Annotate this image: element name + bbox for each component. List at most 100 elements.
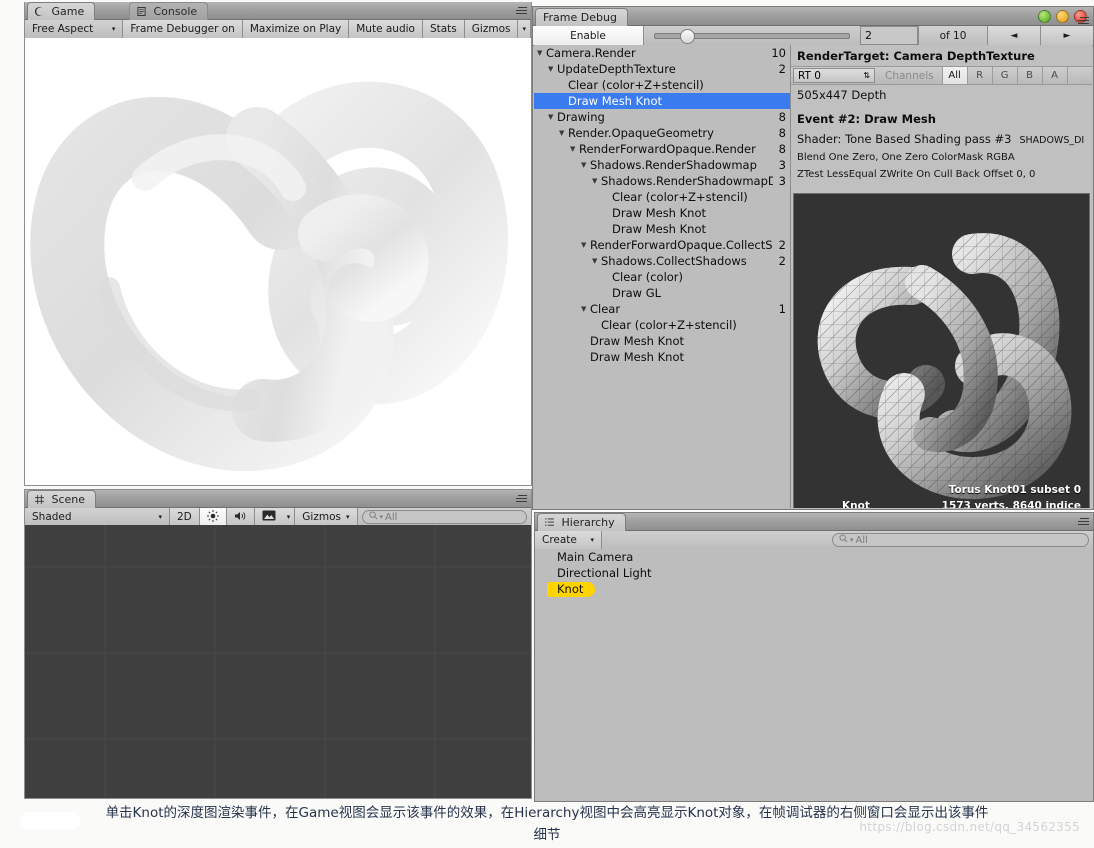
sun-icon <box>206 509 219 525</box>
frame-debug-event-row[interactable]: Draw GL <box>534 285 790 301</box>
gizmos-chevron-icon[interactable]: ▾ <box>518 20 531 38</box>
scene-view-panel: Scene Shaded ▾ 2D ▾ Gizmos ▾ ▾ All <box>24 489 532 799</box>
tab-game[interactable]: Game <box>27 2 96 20</box>
disclosure-triangle-icon[interactable]: ▼ <box>537 45 546 61</box>
enable-button[interactable]: Enable <box>533 26 644 45</box>
disclosure-triangle-icon[interactable]: ▼ <box>559 125 568 141</box>
hierarchy-pane-menu-icon[interactable] <box>1074 516 1090 527</box>
rt-index-dropdown[interactable]: RT 0 ⇅ <box>793 68 875 83</box>
frame-debug-event-row[interactable]: Clear (color+Z+stencil) <box>534 189 790 205</box>
event-index-input[interactable]: 2 <box>860 26 918 45</box>
tab-frame-debug[interactable]: Frame Debug <box>535 8 628 26</box>
tab-console[interactable]: Console <box>129 2 209 20</box>
frame-debug-event-row[interactable]: ▼ RenderForwardOpaque.CollectSl 2 <box>534 237 790 253</box>
channels-label: Channels <box>885 69 934 82</box>
stats-toggle[interactable]: Stats <box>422 20 465 38</box>
mute-audio-label: Mute audio <box>356 23 415 35</box>
scene-gizmos-dropdown[interactable]: Gizmos ▾ <box>295 508 358 526</box>
chevron-down-icon: ▾ <box>345 513 350 521</box>
tab-frame-debug-label: Frame Debug <box>543 11 617 24</box>
frame-debug-event-row[interactable]: ▼ Render.OpaqueGeometry 8 <box>534 125 790 141</box>
hierarchy-item[interactable]: Main Camera <box>535 549 1093 565</box>
disclosure-triangle-icon[interactable]: ▼ <box>581 157 590 173</box>
disclosure-triangle-icon[interactable]: ▼ <box>581 301 590 317</box>
disclosure-triangle-icon[interactable]: ▼ <box>570 141 579 157</box>
game-pane-menu-icon[interactable] <box>512 5 528 16</box>
frame-debug-event-label: Clear (color) <box>612 270 684 284</box>
frame-debug-event-label: Render.OpaqueGeometry <box>568 126 714 140</box>
aspect-ratio-dropdown[interactable]: Free Aspect ▾ <box>25 20 124 38</box>
frame-debug-event-row[interactable]: Draw Mesh Knot <box>534 333 790 349</box>
channel-all-button[interactable]: All <box>941 67 967 84</box>
event-slider[interactable] <box>644 26 860 45</box>
hierarchy-list[interactable]: Main Camera Directional Light Knot <box>535 549 1093 801</box>
frame-debug-pane-menu-icon[interactable] <box>1074 15 1090 26</box>
tab-hierarchy[interactable]: Hierarchy <box>537 513 626 531</box>
frame-debug-event-row[interactable]: Clear (color+Z+stencil) <box>534 77 790 93</box>
scene-pane-menu-icon[interactable] <box>512 493 528 504</box>
event-slider-track[interactable] <box>654 28 850 44</box>
frame-debug-event-count: 10 <box>771 46 786 60</box>
draw-mode-dropdown[interactable]: Shaded ▾ <box>25 508 170 526</box>
hierarchy-item[interactable]: Knot <box>535 581 1093 597</box>
event-slider-knob[interactable] <box>680 28 696 44</box>
frame-debug-event-count: 3 <box>778 174 786 188</box>
mesh-preview[interactable]: Torus Knot01 subset 0 1573 verts, 8640 i… <box>793 193 1090 508</box>
channel-a-button[interactable]: A <box>1041 67 1067 84</box>
maximize-on-play-toggle[interactable]: Maximize on Play <box>242 20 350 38</box>
tab-scene[interactable]: Scene <box>27 490 97 508</box>
hierarchy-item[interactable]: Directional Light <box>535 565 1093 581</box>
chevron-down-icon: ▾ <box>850 536 854 544</box>
scene-effects-toggle[interactable] <box>254 508 283 526</box>
chevron-down-icon: ▾ <box>379 513 384 521</box>
channel-overflow[interactable] <box>1066 67 1080 84</box>
create-dropdown[interactable]: Create ▾ <box>535 531 602 549</box>
channel-r-button[interactable]: R <box>966 67 992 84</box>
frame-debug-event-row[interactable]: ▼ Clear 1 <box>534 301 790 317</box>
toggle-2d[interactable]: 2D <box>170 508 200 526</box>
channel-r-label: R <box>976 70 984 81</box>
frame-debug-event-row[interactable]: ▼ Camera.Render 10 <box>534 45 790 61</box>
channel-g-button[interactable]: G <box>991 67 1017 84</box>
frame-debug-event-count: 8 <box>778 142 786 156</box>
frame-debug-event-row[interactable]: ▼ Shadows.RenderShadowmapD 3 <box>534 173 790 189</box>
frame-debug-event-row[interactable]: Clear (color) <box>534 269 790 285</box>
frame-debug-event-row[interactable]: ▼ Drawing 8 <box>534 109 790 125</box>
disclosure-triangle-icon[interactable]: ▼ <box>548 61 557 77</box>
disclosure-triangle-icon[interactable]: ▼ <box>592 173 601 189</box>
preview-object-name: Knot <box>842 500 870 508</box>
disclosure-triangle-icon[interactable]: ▼ <box>581 237 590 253</box>
channel-b-button[interactable]: B <box>1016 67 1042 84</box>
frame-debug-event-row[interactable]: Draw Mesh Knot <box>534 93 790 109</box>
scene-effects-chevron-icon[interactable]: ▾ <box>282 508 296 526</box>
frame-debug-event-row[interactable]: ▼ Shadows.RenderShadowmap 3 <box>534 157 790 173</box>
disclosure-triangle-icon[interactable]: ▼ <box>592 253 601 269</box>
disclosure-triangle-icon[interactable]: ▼ <box>548 109 557 125</box>
frame-debug-event-row[interactable]: Draw Mesh Knot <box>534 205 790 221</box>
window-minimize-button[interactable] <box>1056 10 1069 23</box>
frame-debug-event-row[interactable]: Draw Mesh Knot <box>534 221 790 237</box>
frame-debug-event-row[interactable]: ▼ UpdateDepthTexture 2 <box>534 61 790 77</box>
frame-debug-event-label: Draw Mesh Knot <box>568 94 662 108</box>
preview-mesh-name: Torus Knot01 subset 0 <box>948 484 1081 496</box>
frame-debug-event-count: 8 <box>778 110 786 124</box>
frame-debugger-toggle[interactable]: Frame Debugger on <box>123 20 243 38</box>
frame-debug-event-row[interactable]: ▼ RenderForwardOpaque.Render 8 <box>534 141 790 157</box>
hierarchy-search-input[interactable]: ▾ All <box>832 533 1089 547</box>
tab-console-label: Console <box>153 5 198 18</box>
frame-debug-event-row[interactable]: Draw Mesh Knot <box>534 349 790 365</box>
scene-lighting-toggle[interactable] <box>199 508 227 526</box>
scene-search-input[interactable]: ▾ All <box>361 510 527 524</box>
frame-debug-event-row[interactable]: ▼ Shadows.CollectShadows 2 <box>534 253 790 269</box>
window-close-button[interactable] <box>1038 10 1051 23</box>
mute-audio-toggle[interactable]: Mute audio <box>349 20 423 38</box>
frame-debug-toolbar: Enable 2 of 10 ◄ ► <box>533 26 1093 46</box>
gizmos-dropdown[interactable]: Gizmos <box>464 20 519 38</box>
frame-debug-event-row[interactable]: Clear (color+Z+stencil) <box>534 317 790 333</box>
hierarchy-search-placeholder: All <box>855 534 868 546</box>
prev-event-button[interactable]: ◄ <box>988 26 1041 45</box>
scene-audio-toggle[interactable] <box>226 508 255 526</box>
frame-debug-event-tree[interactable]: ▼ Camera.Render 10 ▼ UpdateDepthTexture 2 Clea… <box>534 45 791 508</box>
next-event-button[interactable]: ► <box>1041 26 1093 45</box>
channel-all-label: All <box>948 70 961 81</box>
